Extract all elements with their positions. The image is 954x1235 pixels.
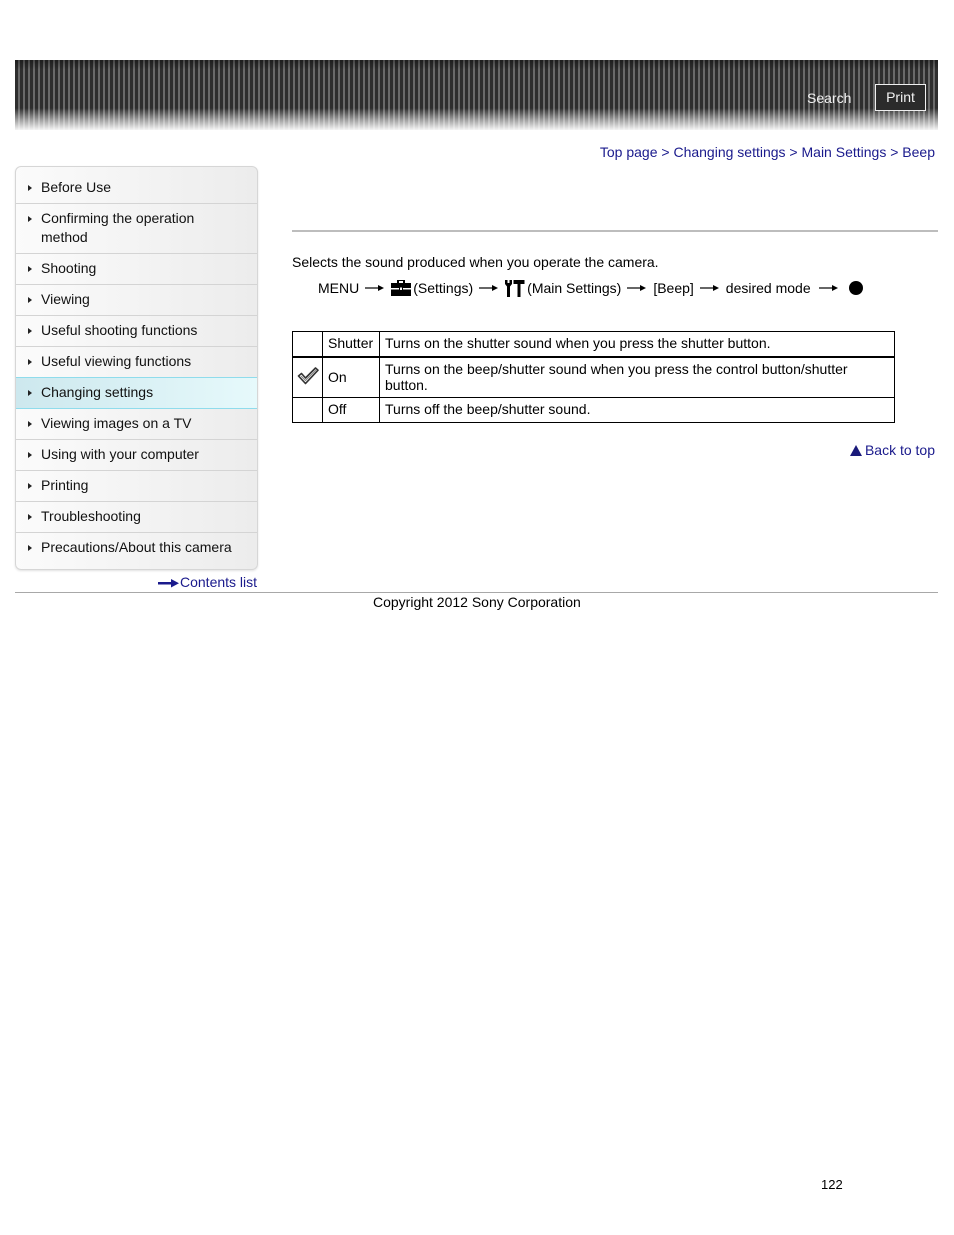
sidebar-item-viewing[interactable]: Viewing	[16, 285, 257, 316]
triangle-right-icon	[28, 452, 32, 458]
sidebar-item-using-computer[interactable]: Using with your computer	[16, 440, 257, 471]
triangle-right-icon	[28, 328, 32, 334]
triangle-right-icon	[28, 421, 32, 427]
arrow-right-icon	[479, 285, 499, 291]
sidebar-item-useful-shooting[interactable]: Useful shooting functions	[16, 316, 257, 347]
table-row: On Turns on the beep/shutter sound when …	[292, 355, 895, 398]
sidebar-item-shooting[interactable]: Shooting	[16, 254, 257, 285]
print-button[interactable]: Print	[875, 84, 926, 111]
sidebar-item-label: Changing settings	[41, 384, 154, 400]
option-description: Turns on the shutter sound when you pres…	[379, 331, 895, 357]
triangle-right-icon	[28, 390, 32, 396]
description-text: Selects the sound produced when you oper…	[292, 254, 659, 270]
triangle-right-icon	[28, 185, 32, 191]
arrow-right-icon	[365, 285, 385, 291]
default-mark-cell	[292, 331, 323, 357]
sidebar-item-changing-settings[interactable]: Changing settings	[16, 377, 257, 409]
triangle-right-icon	[28, 216, 32, 222]
page-number: 122	[821, 1177, 843, 1192]
triangle-right-icon	[28, 514, 32, 520]
footer-divider	[15, 592, 938, 593]
sidebar-item-label: Before Use	[41, 179, 112, 195]
arrow-right-icon	[699, 285, 719, 291]
desired-mode-label: desired mode	[725, 280, 811, 296]
settings-label: (Settings)	[413, 280, 474, 296]
breadcrumb-top-page[interactable]: Top page	[600, 144, 658, 160]
sidebar-item-label: Viewing images on a TV	[41, 415, 192, 431]
sidebar-item-viewing-tv[interactable]: Viewing images on a TV	[16, 409, 257, 440]
arrow-right-icon	[627, 285, 647, 291]
sidebar-item-label: Using with your computer	[41, 446, 199, 462]
sidebar-item-useful-viewing[interactable]: Useful viewing functions	[16, 347, 257, 378]
sidebar-item-label: Viewing	[41, 291, 90, 307]
breadcrumb-beep[interactable]: Beep	[902, 144, 935, 160]
triangle-right-icon	[28, 545, 32, 551]
sidebar-item-troubleshooting[interactable]: Troubleshooting	[16, 502, 257, 533]
breadcrumb-separator: >	[789, 144, 798, 160]
options-table: Shutter Turns on the shutter sound when …	[292, 331, 895, 423]
center-button-icon	[848, 281, 863, 295]
menu-path: MENU (Settings) (Main Settings) [Beep] d…	[318, 277, 863, 299]
table-row: Shutter Turns on the shutter sound when …	[292, 331, 895, 357]
sidebar-item-precautions[interactable]: Precautions/About this camera	[16, 533, 257, 569]
toolbox-icon	[391, 280, 412, 296]
title-divider	[292, 230, 938, 232]
contents-list-link[interactable]: Contents list	[158, 574, 257, 590]
triangle-up-icon	[849, 445, 862, 456]
sidebar-item-label: Precautions/About this camera	[41, 539, 232, 555]
contents-list-label: Contents list	[180, 574, 258, 590]
sidebar-item-label: Confirming the operation method	[41, 210, 195, 245]
table-row: Off Turns off the beep/shutter sound.	[292, 396, 895, 423]
sidebar-item-label: Useful viewing functions	[41, 353, 192, 369]
option-description: Turns on the beep/shutter sound when you…	[379, 355, 895, 398]
triangle-right-icon	[28, 359, 32, 365]
triangle-right-icon	[28, 483, 32, 489]
triangle-right-icon	[28, 297, 32, 303]
copyright-text: Copyright 2012 Sony Corporation	[373, 594, 581, 610]
search-link[interactable]: Search	[807, 90, 851, 106]
arrow-right-icon	[158, 579, 179, 588]
breadcrumb-changing-settings[interactable]: Changing settings	[673, 144, 785, 160]
back-to-top-label: Back to top	[864, 442, 935, 458]
breadcrumb: Top page > Changing settings > Main Sett…	[600, 144, 935, 160]
breadcrumb-separator: >	[661, 144, 670, 160]
default-mark-cell	[292, 396, 323, 423]
breadcrumb-main-settings[interactable]: Main Settings	[802, 144, 887, 160]
header-banner	[15, 60, 938, 130]
default-mark-cell	[292, 355, 323, 398]
option-name: On	[322, 355, 380, 398]
beep-label: [Beep]	[653, 280, 694, 296]
breadcrumb-separator: >	[890, 144, 899, 160]
triangle-right-icon	[28, 266, 32, 272]
wrench-hammer-icon	[505, 279, 525, 297]
main-settings-label: (Main Settings)	[527, 280, 622, 296]
sidebar-item-confirming-operation[interactable]: Confirming the operation method	[16, 204, 257, 254]
option-description: Turns off the beep/shutter sound.	[379, 396, 895, 423]
arrow-right-icon	[818, 285, 838, 291]
sidebar-item-label: Shooting	[41, 260, 97, 276]
sidebar-item-before-use[interactable]: Before Use	[16, 167, 257, 204]
sidebar-item-label: Printing	[41, 477, 89, 493]
option-name: Off	[322, 396, 380, 423]
menu-label: MENU	[318, 280, 360, 296]
sidebar-item-printing[interactable]: Printing	[16, 471, 257, 502]
checkmark-icon	[297, 366, 319, 384]
back-to-top-link[interactable]: Back to top	[849, 442, 935, 458]
sidebar-item-label: Useful shooting functions	[41, 322, 198, 338]
sidebar-item-label: Troubleshooting	[41, 508, 141, 524]
option-name: Shutter	[322, 331, 380, 357]
sidebar-nav: Before Use Confirming the operation meth…	[15, 166, 258, 570]
